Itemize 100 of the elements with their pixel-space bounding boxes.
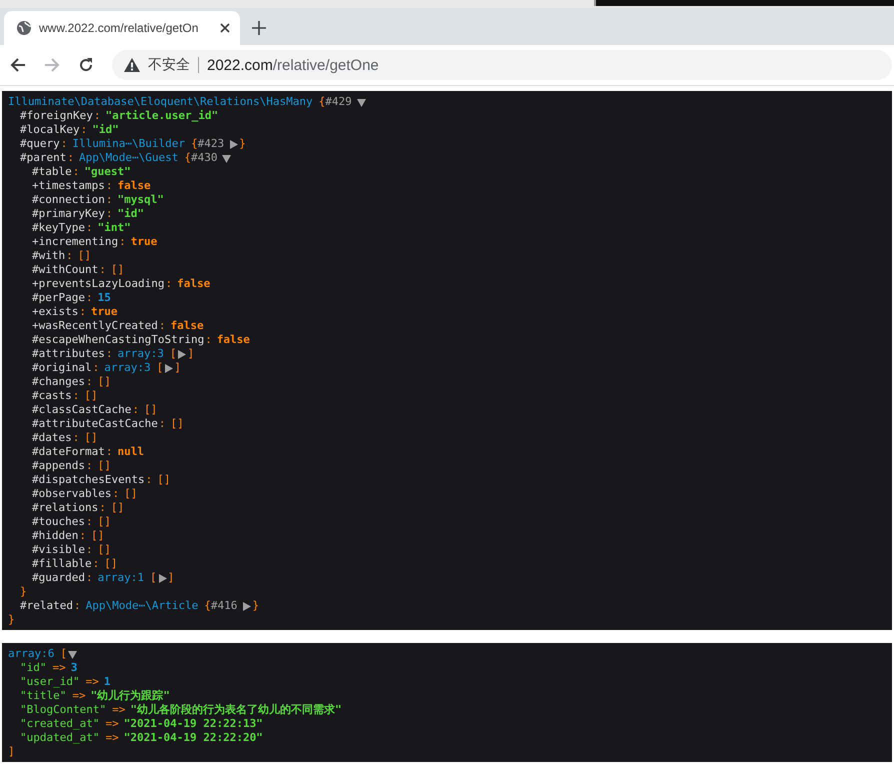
property-name: #attributes (32, 347, 105, 361)
separator: : (74, 599, 81, 613)
separator: : (72, 165, 80, 179)
triangle-icon[interactable] (164, 364, 174, 372)
plus-icon[interactable] (252, 21, 266, 35)
separator: => (72, 689, 86, 703)
triangle-icon[interactable] (242, 602, 252, 610)
empty-array: [] (90, 529, 104, 543)
separator: : (66, 249, 73, 263)
empty-array: [] (104, 557, 118, 571)
property-name: #escapeWhenCastingToString (32, 333, 204, 347)
property-name: #connection (32, 193, 105, 207)
property-name: #query (20, 137, 60, 151)
triangle-icon[interactable] (177, 350, 186, 358)
separator: : (99, 263, 106, 277)
string-value: "2021-04-19 22:22:20" (124, 731, 263, 745)
property-name: #foreignKey (20, 109, 93, 123)
triangle-icon[interactable] (68, 650, 77, 658)
triangle-icon[interactable] (356, 98, 366, 106)
property-name: #primaryKey (32, 207, 105, 221)
property-name: #dates (32, 431, 72, 445)
array-label: array:3 (117, 347, 164, 361)
string-value: "id" (117, 207, 144, 221)
empty-array: [] (98, 375, 111, 389)
property-name: #keyType (32, 221, 85, 235)
object-id: #429 (325, 95, 352, 109)
array-key: "id" (20, 661, 46, 675)
property-name: #perPage (32, 291, 85, 305)
open-bracket: [ (150, 571, 157, 585)
separator: : (80, 123, 88, 137)
array-label: array:6 (8, 647, 54, 661)
separator: : (60, 137, 68, 151)
number-value: 15 (98, 291, 111, 305)
triangle-icon[interactable] (158, 574, 167, 582)
property-name: #observables (32, 487, 112, 501)
separator: : (158, 417, 166, 431)
string-value: "int" (98, 221, 131, 235)
close-bracket: ] (187, 347, 194, 361)
array-label: array:1 (98, 571, 144, 585)
triangle-icon[interactable] (222, 154, 232, 162)
separator: => (52, 661, 66, 675)
object-id: #430 (190, 151, 218, 165)
browser-tab[interactable]: www.2022.com/relative/getOn (4, 11, 240, 45)
separator: : (79, 305, 86, 319)
empty-array: [] (144, 403, 158, 417)
property-name: #guarded (32, 571, 85, 585)
address-field[interactable]: 不安全 2022.com/relative/getOne (112, 50, 892, 80)
close-bracket: } (239, 137, 246, 151)
object-id: #416 (210, 599, 238, 613)
separator: : (94, 109, 100, 123)
separator: : (72, 431, 80, 445)
array-key: "created_at" (20, 717, 100, 731)
boolean-value: false (216, 333, 250, 347)
close-bracket: } (8, 613, 15, 627)
back-arrow-icon[interactable] (10, 57, 26, 73)
array-key: "BlogContent" (20, 703, 106, 717)
reload-icon[interactable] (78, 57, 94, 73)
separator: : (106, 193, 112, 207)
triangle-icon[interactable] (229, 140, 238, 148)
object-id: #423 (198, 137, 224, 151)
separator: : (92, 361, 100, 375)
separator: : (86, 515, 93, 529)
separator: : (106, 445, 112, 459)
boolean-value: true (90, 305, 118, 319)
close-bracket: ] (8, 745, 15, 759)
string-value: "article.user_id" (105, 109, 218, 123)
string-value: "id" (92, 123, 119, 137)
separator: : (132, 403, 139, 417)
string-value: "幼儿各阶段的行为表名了幼儿的不同需求" (130, 703, 342, 717)
empty-array: [] (157, 473, 170, 487)
property-name: #table (32, 165, 72, 179)
close-bracket: } (20, 585, 27, 599)
close-bracket: ] (174, 361, 181, 375)
empty-array: [] (84, 389, 98, 403)
string-value: "mysql" (117, 193, 164, 207)
separator: : (106, 347, 112, 361)
close-icon[interactable] (220, 23, 230, 33)
separator: : (146, 473, 152, 487)
close-bracket: ] (168, 571, 174, 585)
empty-array: [] (98, 515, 111, 529)
property-name: #related (20, 599, 73, 613)
separator: : (86, 459, 93, 473)
separator: : (165, 277, 172, 291)
separator: => (86, 675, 99, 689)
class-name: App\Mode⋯\Guest (78, 151, 178, 165)
separator: : (72, 389, 80, 403)
url-text: 2022.com/relative/getOne (207, 56, 379, 74)
empty-array: [] (124, 487, 138, 501)
separator: : (99, 501, 106, 515)
property-name: #attributeCastCache (32, 417, 158, 431)
property-name: #visible (32, 543, 85, 557)
array-key: "title" (20, 689, 66, 703)
property-name: #touches (32, 515, 85, 529)
property-name: #withCount (32, 263, 98, 277)
class-name: App\Mode⋯\Article (86, 599, 198, 613)
separator: : (67, 151, 74, 165)
empty-array: [] (110, 263, 124, 277)
open-bracket: { (204, 599, 211, 613)
tab-title: www.2022.com/relative/getOn (39, 21, 200, 35)
property-name: #fillable (32, 557, 92, 571)
